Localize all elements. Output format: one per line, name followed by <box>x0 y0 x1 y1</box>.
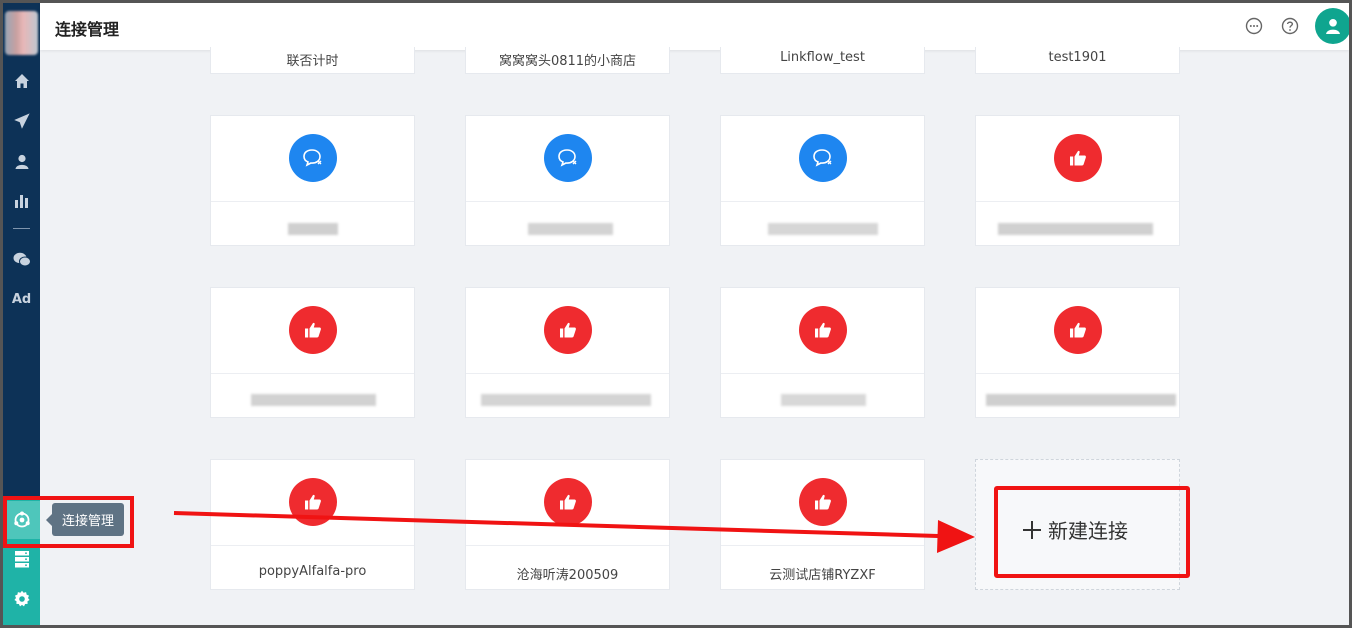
sidebar-tooltip: 连接管理 <box>46 503 124 536</box>
thumbs-up-icon <box>289 478 337 526</box>
card-name: Linkflow_test <box>780 50 865 65</box>
card-name: 沧海听涛200509 <box>516 568 619 583</box>
chat-bubble-icon <box>544 134 592 182</box>
new-connection-label: 新建连接 <box>1048 519 1128 543</box>
sidebar-item-ad[interactable]: Ad <box>3 284 40 314</box>
card-name: test1901 <box>1048 50 1107 65</box>
page-title: 连接管理 <box>55 20 120 39</box>
user-icon[interactable] <box>3 146 40 176</box>
chat-icon[interactable] <box>1245 17 1263 35</box>
connection-card[interactable]: 窝窝窝头0811的小商店 <box>465 47 670 74</box>
card-name: 联否计时 <box>286 54 339 69</box>
thumbs-up-icon <box>799 306 847 354</box>
plus-icon <box>1023 520 1041 539</box>
connection-card[interactable] <box>720 287 925 418</box>
connection-card[interactable]: poppyAlfalfa-pro <box>210 459 415 590</box>
connection-card[interactable]: 沧海听涛200509 <box>465 459 670 590</box>
new-connection-button[interactable]: 新建连接 <box>1022 515 1128 544</box>
connection-card[interactable] <box>720 115 925 246</box>
thumbs-up-icon <box>289 306 337 354</box>
app-window: Ad 连接管理 联否计时 窝窝窝头0811的小商店 Linkflow_test … <box>3 3 1349 625</box>
chat-bubble-icon <box>799 134 847 182</box>
connection-card[interactable]: test1901 <box>975 47 1180 74</box>
connection-card[interactable] <box>465 287 670 418</box>
top-bar: 连接管理 <box>40 3 1349 50</box>
thumbs-up-icon <box>1054 306 1102 354</box>
ad-label: Ad <box>11 291 32 307</box>
thumbs-up-icon <box>799 478 847 526</box>
thumbs-up-icon <box>544 306 592 354</box>
card-name: 云测试店铺RYZXF <box>769 568 876 583</box>
connection-card[interactable]: 联否计时 <box>210 47 415 74</box>
chat-bubble-icon <box>289 134 337 182</box>
user-avatar-icon[interactable] <box>1315 8 1349 44</box>
server-icon[interactable] <box>3 544 40 574</box>
connection-card[interactable] <box>210 287 415 418</box>
connection-card[interactable] <box>210 115 415 246</box>
home-icon[interactable] <box>3 66 40 96</box>
help-icon[interactable] <box>1281 17 1299 35</box>
sidebar-divider <box>13 228 30 229</box>
thumbs-up-icon <box>544 478 592 526</box>
connection-card[interactable]: 云测试店铺RYZXF <box>720 459 925 590</box>
card-name: poppyAlfalfa-pro <box>258 564 367 579</box>
connection-card[interactable] <box>975 115 1180 246</box>
connection-card[interactable]: Linkflow_test <box>720 47 925 74</box>
bar-chart-icon[interactable] <box>3 186 40 216</box>
gear-icon[interactable] <box>3 584 40 614</box>
connection-card[interactable] <box>975 287 1180 418</box>
send-icon[interactable] <box>3 106 40 136</box>
connection-card[interactable] <box>465 115 670 246</box>
thumbs-up-icon <box>1054 134 1102 182</box>
app-logo <box>5 11 38 55</box>
wechat-icon[interactable] <box>3 244 40 274</box>
card-name: 窝窝窝头0811的小商店 <box>498 54 637 69</box>
